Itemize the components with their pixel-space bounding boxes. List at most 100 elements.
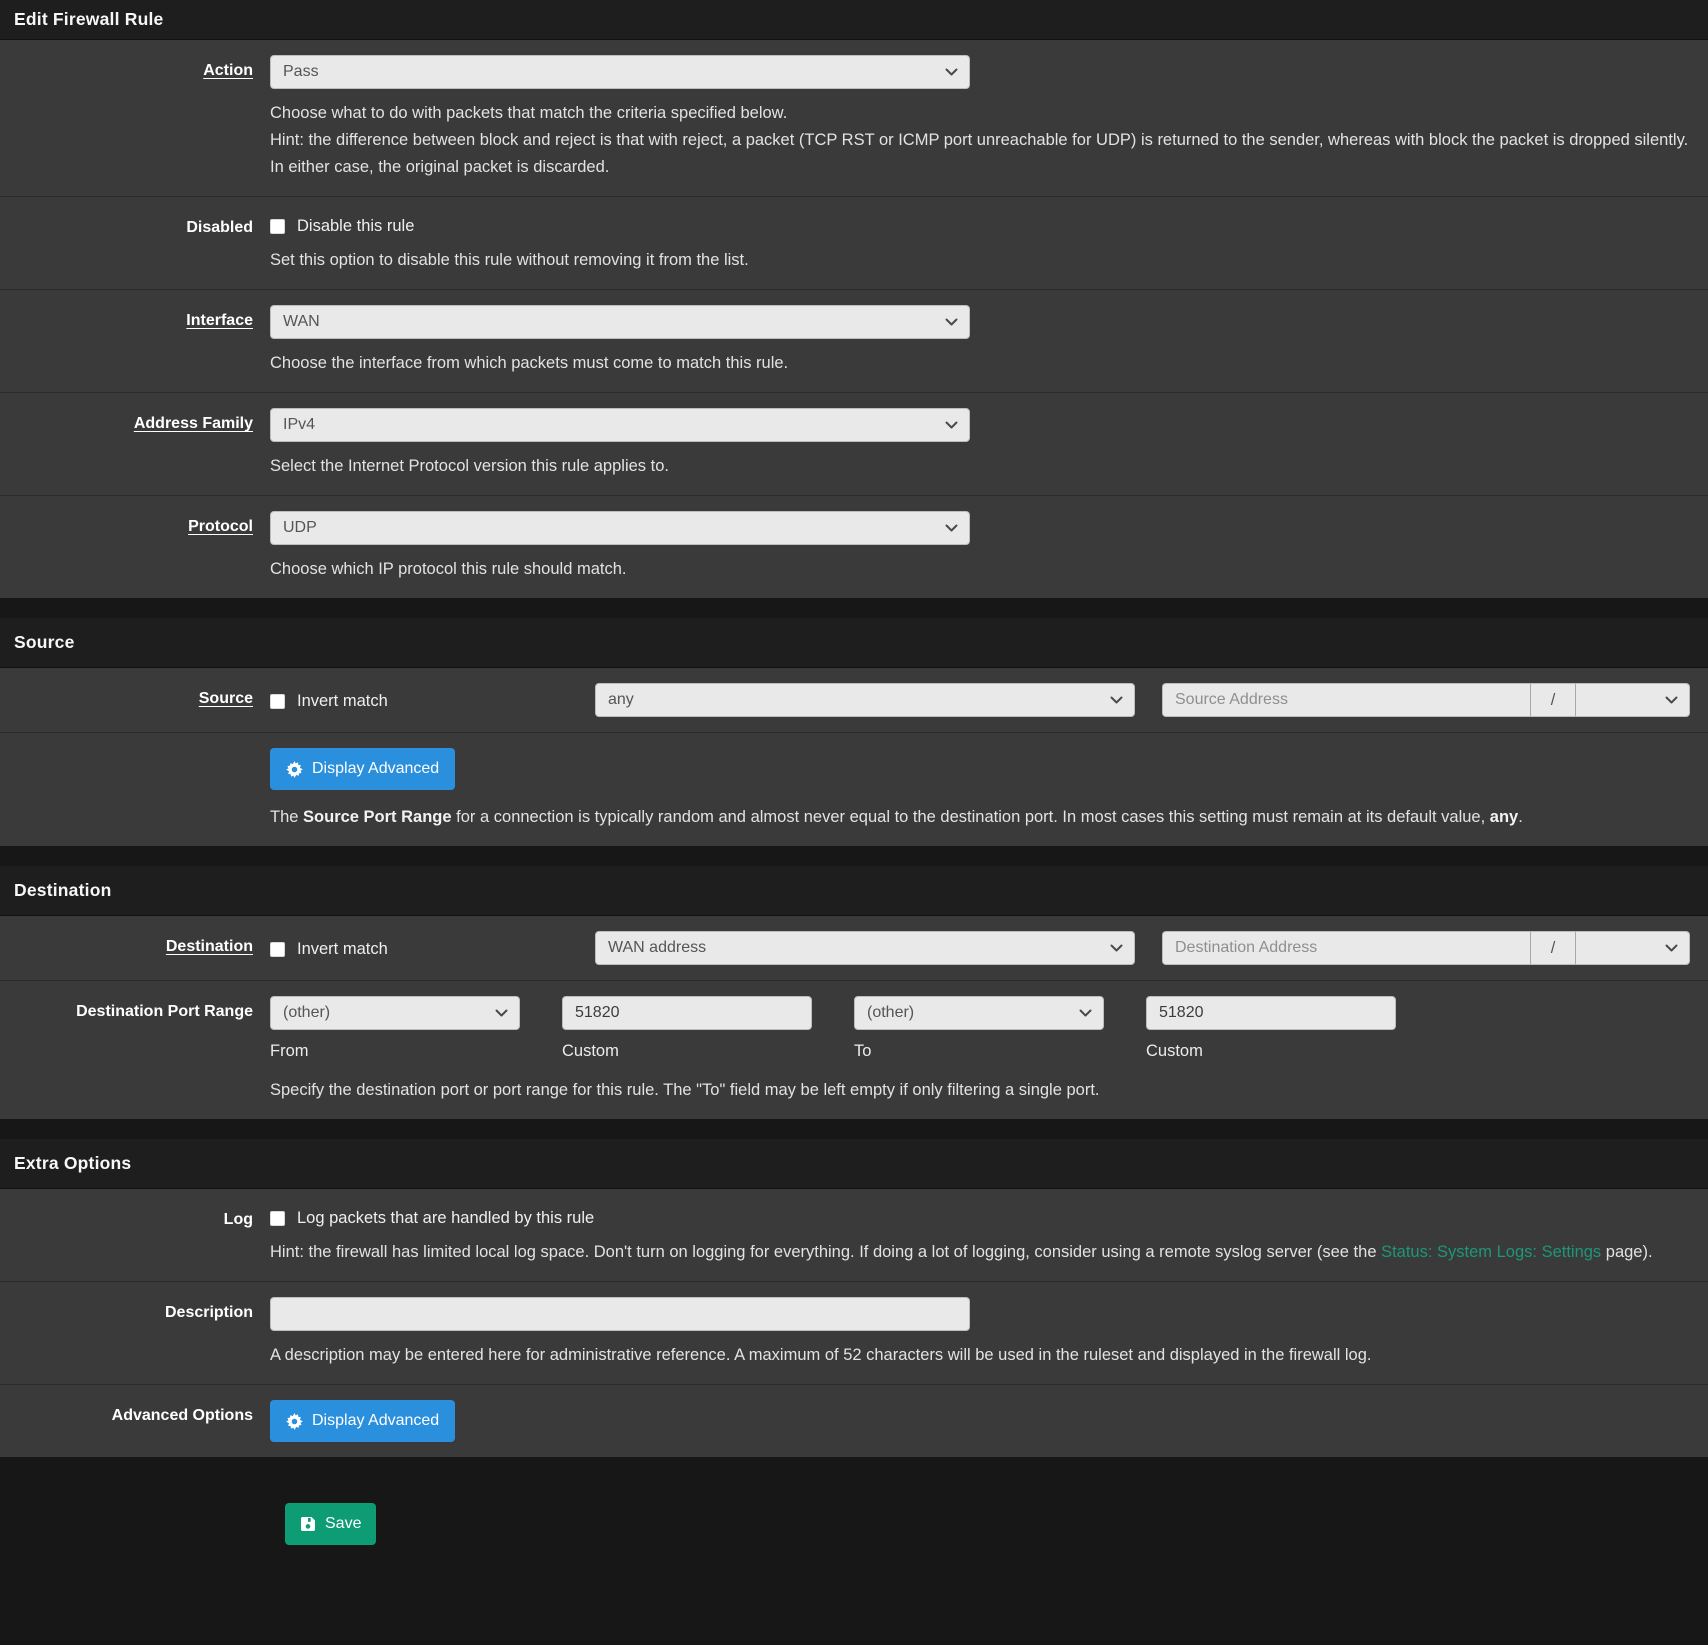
- log-checkbox[interactable]: [270, 1211, 285, 1226]
- address-family-select-value: IPv4: [283, 416, 315, 434]
- port-from-select[interactable]: (other): [270, 996, 520, 1030]
- row-source-advanced: Display Advanced The Source Port Range f…: [0, 732, 1708, 846]
- row-destination: Destination Invert match WAN address /: [0, 916, 1708, 980]
- port-from-select-value: (other): [283, 1004, 330, 1022]
- action-select-value: Pass: [283, 63, 319, 81]
- disable-rule-checkbox[interactable]: [270, 219, 285, 234]
- chevron-down-icon: [1110, 944, 1123, 953]
- port-from-sublabel: From: [270, 1042, 520, 1061]
- row-advanced-options: Advanced Options Display Advanced: [0, 1384, 1708, 1457]
- destination-section-title: Destination: [0, 866, 1708, 916]
- log-hint: Hint: the firewall has limited local log…: [270, 1239, 1690, 1266]
- description-label: Description: [165, 1304, 253, 1321]
- disabled-label: Disabled: [186, 219, 253, 236]
- chevron-down-icon: [1665, 696, 1678, 705]
- destination-type-select-value: WAN address: [608, 939, 706, 957]
- source-display-advanced-label: Display Advanced: [312, 760, 439, 778]
- row-address-family: Address Family IPv4 Select the Internet …: [0, 392, 1708, 495]
- source-type-select[interactable]: any: [595, 683, 1135, 717]
- port-to-custom-sublabel: Custom: [1146, 1042, 1396, 1061]
- port-to-select-value: (other): [867, 1004, 914, 1022]
- destination-port-help: Specify the destination port or port ran…: [270, 1077, 1690, 1104]
- row-description: Description A description may be entered…: [0, 1281, 1708, 1384]
- gear-icon: [286, 761, 303, 778]
- source-address-input[interactable]: [1162, 683, 1530, 717]
- destination-invert-checkbox[interactable]: [270, 942, 285, 957]
- source-label: Source: [199, 690, 253, 707]
- address-family-select[interactable]: IPv4: [270, 408, 970, 442]
- address-family-help: Select the Internet Protocol version thi…: [270, 453, 1690, 480]
- disabled-help: Set this option to disable this rule wit…: [270, 247, 1690, 274]
- advanced-display-advanced-button[interactable]: Display Advanced: [270, 1400, 455, 1442]
- source-address-group: /: [1162, 683, 1690, 717]
- protocol-select[interactable]: UDP: [270, 511, 970, 545]
- destination-label: Destination: [166, 938, 253, 955]
- row-source: Source Invert match any /: [0, 668, 1708, 732]
- protocol-help: Choose which IP protocol this rule shoul…: [270, 556, 1690, 583]
- row-log: Log Log packets that are handled by this…: [0, 1189, 1708, 1281]
- page-title: Edit Firewall Rule: [0, 0, 1708, 40]
- port-from-custom-input[interactable]: [562, 996, 812, 1030]
- chevron-down-icon: [945, 524, 958, 533]
- destination-invert-label[interactable]: Invert match: [297, 940, 388, 959]
- chevron-down-icon: [1079, 1009, 1092, 1018]
- destination-address-input[interactable]: [1162, 931, 1530, 965]
- interface-label: Interface: [186, 312, 253, 329]
- row-destination-port-range: Destination Port Range (other) From Cust…: [0, 980, 1708, 1119]
- source-port-help: The Source Port Range for a connection i…: [270, 804, 1690, 831]
- protocol-select-value: UDP: [283, 519, 317, 537]
- source-display-advanced-button[interactable]: Display Advanced: [270, 748, 455, 790]
- row-action: Action Pass Choose what to do with packe…: [0, 40, 1708, 196]
- source-section-title: Source: [0, 618, 1708, 668]
- chevron-down-icon: [945, 318, 958, 327]
- action-select[interactable]: Pass: [270, 55, 970, 89]
- destination-mask-separator: /: [1530, 931, 1576, 965]
- port-to-sublabel: To: [854, 1042, 1104, 1061]
- protocol-label: Protocol: [188, 518, 253, 535]
- log-label: Log: [224, 1211, 253, 1228]
- interface-select[interactable]: WAN: [270, 305, 970, 339]
- save-button[interactable]: Save: [285, 1503, 376, 1545]
- port-to-select[interactable]: (other): [854, 996, 1104, 1030]
- interface-select-value: WAN: [283, 313, 320, 331]
- source-invert-label[interactable]: Invert match: [297, 692, 388, 711]
- destination-type-select[interactable]: WAN address: [595, 931, 1135, 965]
- row-protocol: Protocol UDP Choose which IP protocol th…: [0, 495, 1708, 598]
- save-button-label: Save: [325, 1515, 361, 1533]
- source-mask-select[interactable]: [1576, 683, 1690, 717]
- chevron-down-icon: [1665, 944, 1678, 953]
- panel-extra-options: Extra Options Log Log packets that are h…: [0, 1139, 1708, 1457]
- action-label: Action: [203, 62, 253, 79]
- port-to-custom-input[interactable]: [1146, 996, 1396, 1030]
- form-actions: Save: [0, 1477, 1708, 1545]
- port-from-custom-sublabel: Custom: [562, 1042, 812, 1061]
- chevron-down-icon: [495, 1009, 508, 1018]
- chevron-down-icon: [945, 421, 958, 430]
- address-family-label: Address Family: [134, 415, 253, 432]
- row-disabled: Disabled Disable this rule Set this opti…: [0, 196, 1708, 289]
- extra-options-section-title: Extra Options: [0, 1139, 1708, 1189]
- destination-port-range-label: Destination Port Range: [76, 1003, 253, 1020]
- source-mask-separator: /: [1530, 683, 1576, 717]
- disable-rule-checkbox-label[interactable]: Disable this rule: [297, 217, 414, 236]
- advanced-display-advanced-label: Display Advanced: [312, 1412, 439, 1430]
- interface-help: Choose the interface from which packets …: [270, 350, 1690, 377]
- source-invert-checkbox[interactable]: [270, 694, 285, 709]
- panel-edit-firewall-rule: Edit Firewall Rule Action Pass Choose wh…: [0, 0, 1708, 598]
- system-logs-settings-link[interactable]: Status: System Logs: Settings: [1381, 1243, 1601, 1261]
- action-help: Choose what to do with packets that matc…: [270, 100, 1690, 181]
- log-checkbox-label[interactable]: Log packets that are handled by this rul…: [297, 1209, 594, 1228]
- source-type-select-value: any: [608, 691, 634, 709]
- description-help: A description may be entered here for ad…: [270, 1342, 1690, 1369]
- row-interface: Interface WAN Choose the interface from …: [0, 289, 1708, 392]
- destination-mask-select[interactable]: [1576, 931, 1690, 965]
- save-floppy-icon: [300, 1516, 316, 1532]
- chevron-down-icon: [1110, 696, 1123, 705]
- gear-icon: [286, 1413, 303, 1430]
- advanced-options-label: Advanced Options: [112, 1407, 253, 1424]
- destination-address-group: /: [1162, 931, 1690, 965]
- chevron-down-icon: [945, 68, 958, 77]
- description-input[interactable]: [270, 1297, 970, 1331]
- panel-destination: Destination Destination Invert match WAN…: [0, 866, 1708, 1119]
- panel-source: Source Source Invert match any /: [0, 618, 1708, 846]
